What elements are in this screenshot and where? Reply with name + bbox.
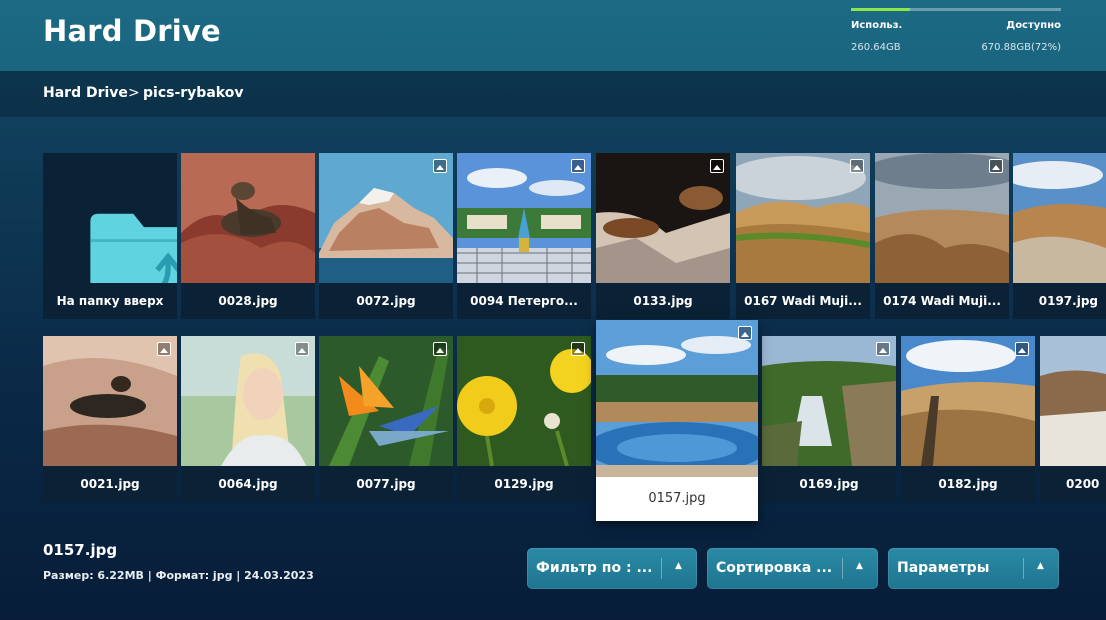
image-thumbnail <box>457 153 591 283</box>
image-type-icon <box>571 342 585 356</box>
image-tile[interactable]: 0200 <box>1040 336 1106 502</box>
tile-label: 0072.jpg <box>356 294 416 308</box>
button-divider <box>842 558 843 579</box>
image-type-icon <box>876 342 890 356</box>
breadcrumb-root[interactable]: Hard Drive <box>43 85 128 101</box>
sort-button[interactable]: Сортировка ... ▲ <box>707 548 878 589</box>
image-thumbnail <box>736 153 870 283</box>
button-divider <box>1023 558 1024 579</box>
tile-label: 0197.jpg <box>1038 294 1098 308</box>
image-thumbnail <box>181 336 315 466</box>
tile-label: 0094 Петерго... <box>470 294 578 308</box>
image-tile[interactable]: 0129.jpg <box>457 336 591 502</box>
storage-used-value: 260.64GB <box>851 42 901 53</box>
image-tile[interactable]: 0167 Wadi Muji... <box>736 153 870 319</box>
params-button[interactable]: Параметры ▲ <box>888 548 1059 589</box>
button-divider <box>661 558 662 579</box>
tile-label: 0200 <box>1066 477 1100 491</box>
params-button-label: Параметры <box>897 560 990 576</box>
tile-label: 0169.jpg <box>799 477 859 491</box>
image-tile[interactable]: 0077.jpg <box>319 336 453 502</box>
image-tile[interactable]: 0021.jpg <box>43 336 177 502</box>
image-thumbnail <box>762 336 896 466</box>
image-thumbnail <box>457 336 591 466</box>
header-bar: Hard Drive Использ. Доступно 260.64GB 67… <box>0 0 1106 71</box>
filter-button-label: Фильтр по : ... <box>536 560 653 576</box>
tile-label: 0157.jpg <box>648 491 706 506</box>
image-type-icon <box>295 342 309 356</box>
image-type-icon <box>1015 342 1029 356</box>
image-thumbnail <box>1013 153 1106 283</box>
image-thumbnail <box>596 320 758 477</box>
storage-free-label: Доступно <box>1006 20 1061 31</box>
image-type-icon <box>157 342 171 356</box>
folder-up-icon <box>90 213 177 283</box>
image-type-icon <box>433 159 447 173</box>
folder-up-thumb <box>43 153 177 283</box>
breadcrumb-separator: > <box>128 85 140 101</box>
image-type-icon <box>850 159 864 173</box>
tile-label: 0182.jpg <box>938 477 998 491</box>
image-type-icon <box>433 342 447 356</box>
image-type-icon <box>571 159 585 173</box>
folder-up-tile[interactable]: На папку вверх <box>43 153 177 319</box>
tile-label: На папку вверх <box>56 294 164 308</box>
image-tile[interactable]: 0028.jpg <box>181 153 315 319</box>
image-thumbnail <box>875 153 1009 283</box>
image-tile[interactable]: 0072.jpg <box>319 153 453 319</box>
tile-label: 0028.jpg <box>218 294 278 308</box>
storage-bar-fill <box>851 8 910 11</box>
image-tile[interactable]: 0133.jpg <box>596 153 730 319</box>
image-thumbnail <box>43 336 177 466</box>
image-type-icon <box>989 159 1003 173</box>
image-tile[interactable]: 0197.jpg <box>1013 153 1106 319</box>
image-thumbnail <box>319 336 453 466</box>
breadcrumb-current: pics-rybakov <box>143 85 244 101</box>
image-tile[interactable]: 0182.jpg <box>901 336 1035 502</box>
storage-used-label: Использ. <box>851 20 903 31</box>
chevron-up-icon: ▲ <box>856 561 863 571</box>
image-tile[interactable]: 0169.jpg <box>762 336 896 502</box>
image-thumbnail <box>319 153 453 283</box>
chevron-up-icon: ▲ <box>675 561 682 571</box>
tile-label: 0021.jpg <box>80 477 140 491</box>
storage-info: Использ. Доступно 260.64GB 670.88GB(72%) <box>851 8 1061 64</box>
tile-label: 0174 Wadi Muji... <box>883 294 1001 308</box>
storage-free-value: 670.88GB(72%) <box>981 42 1061 53</box>
image-tile[interactable]: 0094 Петерго... <box>457 153 591 319</box>
image-thumbnail <box>181 153 315 283</box>
image-tile[interactable]: 0064.jpg <box>181 336 315 502</box>
image-thumbnail <box>596 153 730 283</box>
chevron-up-icon: ▲ <box>1037 561 1044 571</box>
selected-file-meta: Размер: 6.22MB | Формат: jpg | 24.03.202… <box>43 569 314 582</box>
sort-button-label: Сортировка ... <box>716 560 833 576</box>
tile-label: 0133.jpg <box>633 294 693 308</box>
image-thumbnail <box>901 336 1035 466</box>
selected-file-name: 0157.jpg <box>43 541 118 559</box>
image-tile[interactable]: 0174 Wadi Muji... <box>875 153 1009 319</box>
tile-label: 0167 Wadi Muji... <box>744 294 862 308</box>
image-type-icon <box>710 159 724 173</box>
tile-label: 0077.jpg <box>356 477 416 491</box>
image-tile-focused[interactable]: 0157.jpg <box>596 320 758 521</box>
tile-label: 0064.jpg <box>218 477 278 491</box>
image-type-icon <box>738 326 752 340</box>
page-title: Hard Drive <box>43 14 221 48</box>
breadcrumb: Hard Drive > pics-rybakov <box>0 71 1106 117</box>
tile-label: 0129.jpg <box>494 477 554 491</box>
storage-bar <box>851 8 1061 11</box>
filter-button[interactable]: Фильтр по : ... ▲ <box>527 548 697 589</box>
image-thumbnail <box>1040 336 1106 466</box>
